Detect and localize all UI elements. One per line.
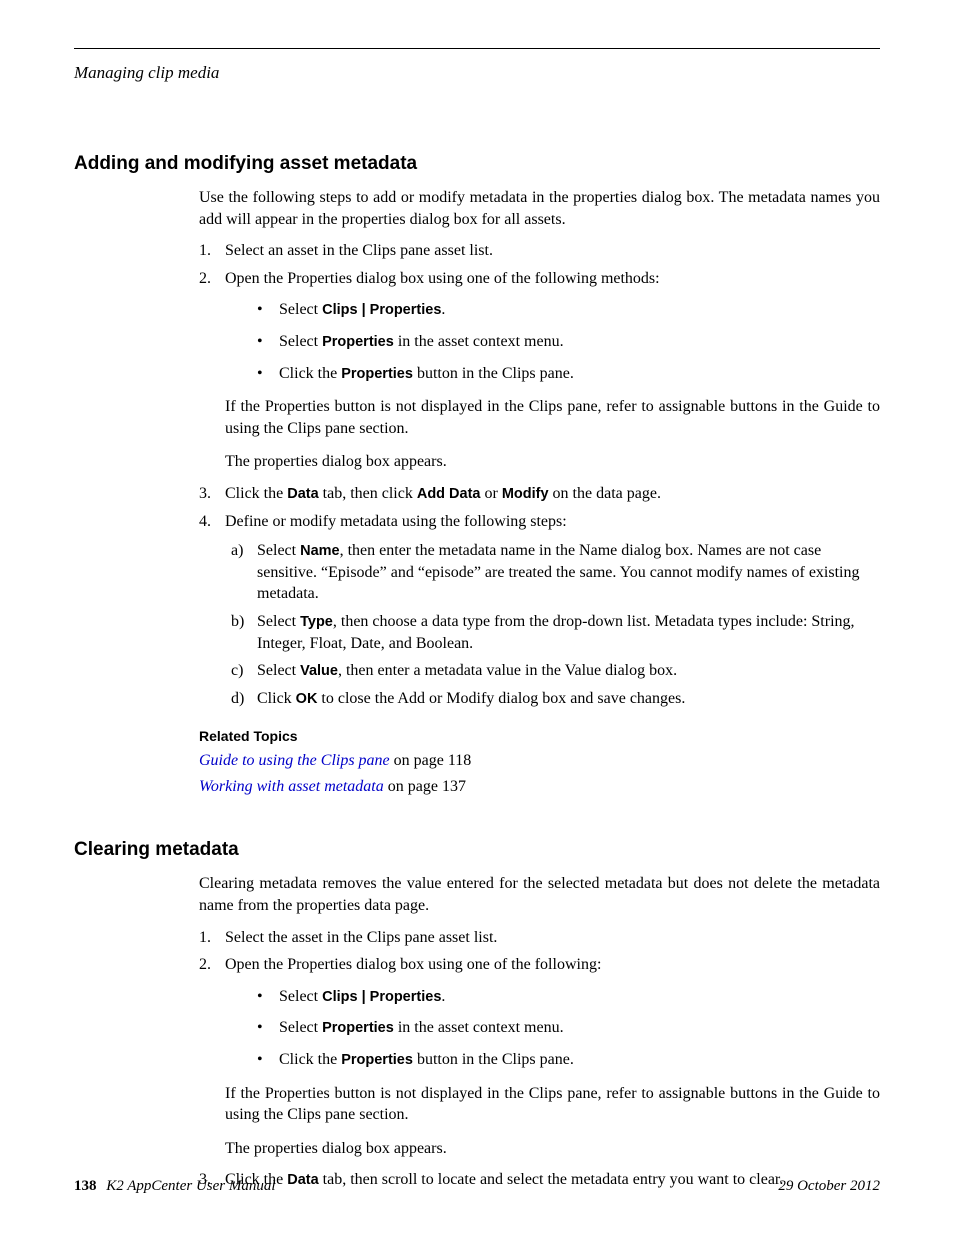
t: Clips | Properties <box>322 302 441 318</box>
t: Select <box>257 613 300 630</box>
t: on page 137 <box>384 778 466 795</box>
s2-step-1: Select the asset in the Clips pane asset… <box>199 927 880 949</box>
t: button in the Clips pane. <box>413 1051 574 1068</box>
bullet-2: Select Properties in the asset context m… <box>257 331 880 353</box>
t: Define or modify metadata using the foll… <box>225 513 567 530</box>
s2-step-2: Open the Properties dialog box using one… <box>199 954 880 1159</box>
footer-date: 29 October 2012 <box>778 1178 880 1195</box>
step-3: Click the Data tab, then click Add Data … <box>199 483 880 505</box>
note-1: If the Properties button is not displaye… <box>225 396 880 439</box>
t: . <box>441 988 445 1005</box>
t: Select <box>279 333 322 350</box>
step-4: Define or modify metadata using the foll… <box>199 511 880 710</box>
related-link-2[interactable]: Working with asset metadata <box>199 778 384 795</box>
related-topics-heading: Related Topics <box>199 727 880 746</box>
t: Properties <box>322 334 394 350</box>
t: in the asset context menu. <box>394 333 564 350</box>
step-1: Select an asset in the Clips pane asset … <box>199 240 880 262</box>
t: Clips | Properties <box>322 989 441 1005</box>
intro-para: Use the following steps to add or modify… <box>199 187 880 230</box>
t: Click the <box>279 1051 341 1068</box>
t: Type <box>300 614 333 630</box>
page: Managing clip media Adding and modifying… <box>0 0 954 1235</box>
letter-a: Select Name, then enter the metadata nam… <box>231 540 880 605</box>
page-number: 138 <box>74 1178 97 1194</box>
t: Modify <box>502 486 549 502</box>
section1-body: Use the following steps to add or modify… <box>199 187 880 797</box>
t: Data <box>287 486 318 502</box>
step-2-text: Open the Properties dialog box using one… <box>225 270 660 287</box>
bullets-2: Select Clips | Properties. Select Proper… <box>225 986 880 1071</box>
t: Add Data <box>417 486 481 502</box>
t: to close the Add or Modify dialog box an… <box>317 690 685 707</box>
letter-b: Select Type, then choose a data type fro… <box>231 611 880 654</box>
section2-body: Clearing metadata removes the value ente… <box>199 873 880 1191</box>
s2-note-2: The properties dialog box appears. <box>225 1138 880 1160</box>
related-link-1[interactable]: Guide to using the Clips pane <box>199 752 390 769</box>
footer: 138 K2 AppCenter User Manual 29 October … <box>74 1178 880 1195</box>
section-title-clearing: Clearing metadata <box>74 839 880 861</box>
s2-note-1: If the Properties button is not displaye… <box>225 1083 880 1126</box>
t: Select <box>279 301 322 318</box>
t: tab, then click <box>319 485 417 502</box>
bullets-1: Select Clips | Properties. Select Proper… <box>225 299 880 384</box>
t: Select <box>257 662 300 679</box>
note-2: The properties dialog box appears. <box>225 451 880 473</box>
s2-bullet-3: Click the Properties button in the Clips… <box>257 1049 880 1071</box>
section-title-adding: Adding and modifying asset metadata <box>74 153 880 175</box>
top-rule <box>74 48 880 49</box>
t: , then choose a data type from the drop-… <box>257 613 855 652</box>
t: on the data page. <box>549 485 661 502</box>
t: Name <box>300 543 340 559</box>
t: or <box>481 485 502 502</box>
t: Properties <box>341 366 413 382</box>
t: Properties <box>341 1052 413 1068</box>
t: , then enter the metadata name in the Na… <box>257 542 860 602</box>
t: Properties <box>322 1020 394 1036</box>
footer-left: 138 K2 AppCenter User Manual <box>74 1178 276 1195</box>
step-2: Open the Properties dialog box using one… <box>199 268 880 473</box>
lettered-steps: Select Name, then enter the metadata nam… <box>225 540 880 709</box>
intro-para-2: Clearing metadata removes the value ente… <box>199 873 880 916</box>
t: on page 118 <box>390 752 472 769</box>
t: , then enter a metadata value in the Val… <box>338 662 677 679</box>
t: Click the <box>279 365 341 382</box>
t: Click the <box>225 485 287 502</box>
s2-bullet-2: Select Properties in the asset context m… <box>257 1017 880 1039</box>
t: in the asset context menu. <box>394 1019 564 1036</box>
doc-title: K2 AppCenter User Manual <box>106 1178 275 1194</box>
running-head: Managing clip media <box>74 63 880 83</box>
t: button in the Clips pane. <box>413 365 574 382</box>
t: Select <box>279 988 322 1005</box>
related-2: Working with asset metadata on page 137 <box>199 776 880 798</box>
t: . <box>441 301 445 318</box>
t: Value <box>300 663 338 679</box>
bullet-1: Select Clips | Properties. <box>257 299 880 321</box>
t: Open the Properties dialog box using one… <box>225 956 601 973</box>
numbered-steps-1: Select an asset in the Clips pane asset … <box>199 240 880 709</box>
bullet-3: Click the Properties button in the Clips… <box>257 363 880 385</box>
letter-c: Select Value, then enter a metadata valu… <box>231 660 880 682</box>
t: OK <box>296 691 318 707</box>
s2-bullet-1: Select Clips | Properties. <box>257 986 880 1008</box>
t: Select <box>257 542 300 559</box>
t: Select <box>279 1019 322 1036</box>
letter-d: Click OK to close the Add or Modify dial… <box>231 688 880 710</box>
t: Click <box>257 690 296 707</box>
related-1: Guide to using the Clips pane on page 11… <box>199 750 880 772</box>
numbered-steps-2: Select the asset in the Clips pane asset… <box>199 927 880 1191</box>
